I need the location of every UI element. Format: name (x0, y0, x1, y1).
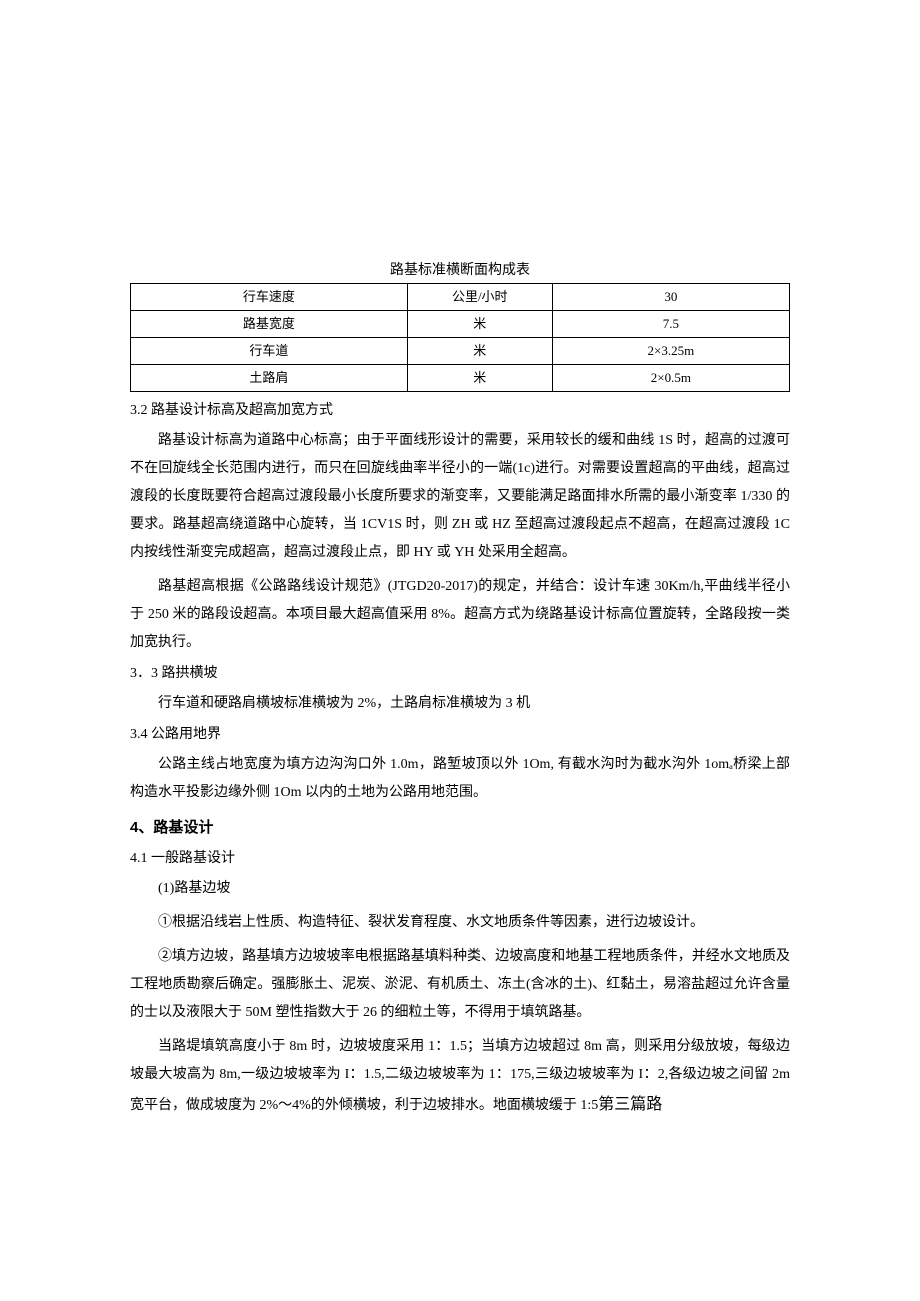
cell-value: 2×0.5m (552, 365, 789, 392)
paragraph: 行车道和硬路肩横坡标准横坡为 2%，土路肩标准横坡为 3 机 (130, 690, 790, 718)
table-row: 行车道 米 2×3.25m (131, 338, 790, 365)
paragraph: ②填方边坡，路基填方边坡坡率电根据路基填料种类、边坡高度和地基工程地质条件，并经… (130, 943, 790, 1027)
table-row: 路基宽度 米 7.5 (131, 311, 790, 338)
heading-3-3: 3．3 路拱横坡 (130, 663, 790, 684)
cell-value: 30 (552, 284, 789, 311)
cell-unit: 公里/小时 (407, 284, 552, 311)
heading-3-2: 3.2 路基设计标高及超高加宽方式 (130, 400, 790, 421)
list-item-1: (1)路基边坡 (130, 875, 790, 903)
heading-4-1: 4.1 一般路基设计 (130, 848, 790, 869)
cell-value: 7.5 (552, 311, 789, 338)
table-row: 土路肩 米 2×0.5m (131, 365, 790, 392)
cell-unit: 米 (407, 365, 552, 392)
table-row: 行车速度 公里/小时 30 (131, 284, 790, 311)
paragraph: 路基超高根据《公路路线设计规范》(JTGD20-2017)的规定，并结合：设计车… (130, 573, 790, 657)
cell-param: 行车速度 (131, 284, 408, 311)
paragraph: 路基设计标高为道路中心标高；由于平面线形设计的需要，采用较长的缓和曲线 1S 时… (130, 427, 790, 567)
paragraph: 公路主线占地宽度为填方边沟沟口外 1.0m，路堑坡顶以外 1Om, 有截水沟时为… (130, 751, 790, 807)
table-title: 路基标准横断面构成表 (130, 260, 790, 281)
heading-4: 4、路基设计 (130, 817, 790, 840)
document-page: 路基标准横断面构成表 行车速度 公里/小时 30 路基宽度 米 7.5 行车道 … (0, 0, 920, 1227)
cell-param: 路基宽度 (131, 311, 408, 338)
cross-section-table: 行车速度 公里/小时 30 路基宽度 米 7.5 行车道 米 2×3.25m 土… (130, 283, 790, 392)
paragraph-text: 当路堤填筑高度小于 8m 时，边坡坡度采用 1：1.5；当填方边坡超过 8m 高… (130, 1039, 790, 1113)
cell-unit: 米 (407, 338, 552, 365)
cell-param: 土路肩 (131, 365, 408, 392)
heading-3-4: 3.4 公路用地界 (130, 724, 790, 745)
cell-param: 行车道 (131, 338, 408, 365)
paragraph: 当路堤填筑高度小于 8m 时，边坡坡度采用 1：1.5；当填方边坡超过 8m 高… (130, 1033, 790, 1121)
paragraph: ①根据沿线岩上性质、构造特征、裂状发育程度、水文地质条件等因素，进行边坡设计。 (130, 909, 790, 937)
cell-value: 2×3.25m (552, 338, 789, 365)
trailing-text: 第三篇路 (598, 1096, 662, 1113)
cell-unit: 米 (407, 311, 552, 338)
